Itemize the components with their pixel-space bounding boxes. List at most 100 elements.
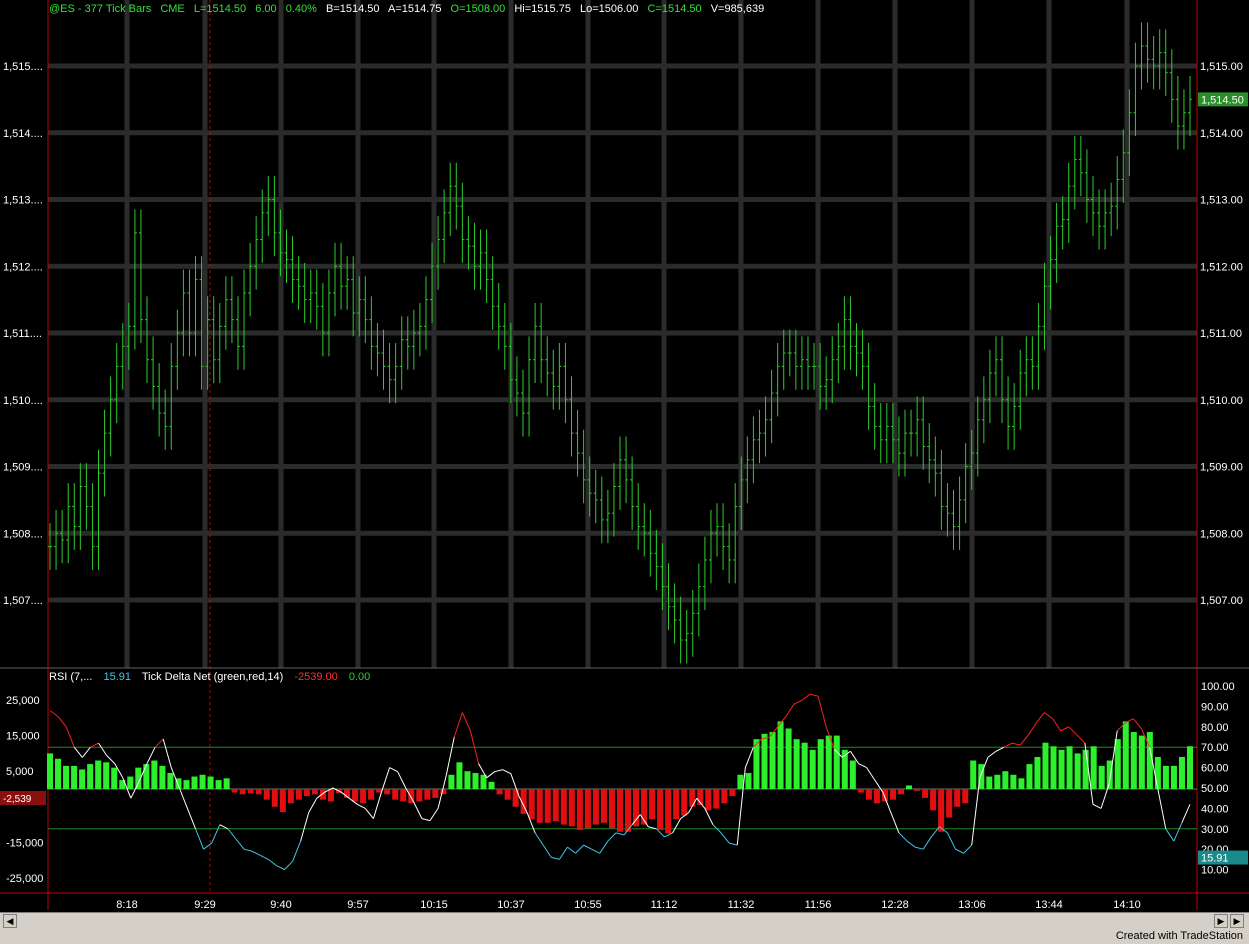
rsi-tick: 70.00 [1201, 742, 1229, 754]
delta-bar [970, 760, 977, 789]
rsi-segment [1133, 718, 1142, 730]
delta-bar [424, 789, 431, 800]
rsi-segment [785, 704, 795, 717]
scroll-left-icon[interactable]: ◀ [3, 914, 17, 928]
delta-bar [536, 789, 543, 823]
rsi-segment [1027, 722, 1037, 736]
delta-bar [1074, 753, 1081, 789]
rsi-segment [227, 828, 237, 840]
delta-tick: 15,000 [6, 731, 40, 743]
price-tick-right: 1,515.00 [1200, 61, 1243, 73]
rsi-segment [817, 696, 827, 727]
scroll-right-icon[interactable]: ▶ [1214, 914, 1228, 928]
delta-bar [552, 789, 559, 822]
rsi-tick: 80.00 [1201, 722, 1229, 734]
rsi-segment [744, 747, 754, 768]
delta-bar [897, 789, 904, 795]
delta-bar [713, 789, 720, 809]
delta-bar [600, 789, 607, 823]
rsi-segment [65, 726, 75, 748]
delta-bar [416, 789, 423, 802]
delta-bar [247, 789, 254, 794]
delta-value: -2539.00 [294, 671, 338, 683]
delta-bar [769, 732, 776, 789]
rsi-segment [906, 840, 916, 848]
time-tick: 14:10 [1113, 899, 1141, 911]
delta-bar [1138, 735, 1145, 789]
delta-tick: -15,000 [6, 837, 43, 849]
rsi-tick: 40.00 [1201, 803, 1229, 815]
delta-bar [215, 780, 222, 789]
delta-last-tag-label: -2,539 [3, 794, 32, 805]
delta-bar [528, 789, 535, 820]
price-tick-left: 1,515.... [3, 61, 43, 73]
delta-bar [368, 789, 375, 800]
rsi-segment [1003, 742, 1013, 748]
delta-bar [279, 789, 286, 813]
rsi-tick: 50.00 [1201, 783, 1229, 795]
price-tick-left: 1,513.... [3, 195, 43, 207]
delta-bar [584, 789, 591, 829]
delta-bar [111, 767, 118, 789]
rsi-segment [486, 771, 495, 779]
delta-tick: 25,000 [6, 695, 40, 707]
time-tick: 10:37 [497, 899, 525, 911]
rsi-segment [542, 844, 552, 858]
rsi-segment [461, 712, 471, 732]
delta-bar [954, 789, 961, 807]
delta-bar [657, 789, 664, 830]
rsi-segment [1068, 726, 1078, 736]
delta-bar [1002, 771, 1009, 789]
delta-bar [103, 762, 110, 789]
credit-text: Created with TradeStation [1115, 930, 1243, 942]
price-tick-right: 1,511.00 [1200, 328, 1242, 340]
delta-bar [649, 789, 656, 820]
rsi-segment [154, 738, 164, 748]
delta-bar [633, 789, 640, 827]
rsi-segment [890, 812, 900, 834]
delta-bar [777, 721, 784, 789]
price-tick-right: 1,514.00 [1200, 128, 1243, 140]
rsi-segment [90, 742, 99, 748]
price-tick-right: 1,513.00 [1200, 195, 1243, 207]
rsi-segment [729, 842, 738, 846]
rsi-segment [73, 746, 83, 758]
rsi-tick: 30.00 [1201, 824, 1229, 836]
horizontal-scrollbar[interactable]: ◀ ▶ ▶ [0, 912, 1249, 929]
rsi-tick: 100.00 [1201, 681, 1235, 693]
delta-bar [400, 789, 407, 802]
indicator-header: RSI (7,... 15.91 Tick Delta Net (green,r… [49, 671, 378, 683]
rsi-segment [558, 846, 568, 860]
rsi-value: 15.91 [103, 671, 131, 683]
rsi-segment [357, 803, 366, 809]
rsi-segment [963, 844, 973, 854]
price-tick-left: 1,509.... [3, 462, 43, 474]
delta-bar [352, 789, 359, 802]
delta-bar [1130, 732, 1137, 789]
delta-bar [327, 789, 334, 802]
rsi-segment [801, 693, 811, 701]
rsi-segment [1012, 742, 1021, 746]
delta-bar [761, 733, 768, 789]
delta-bar [504, 789, 511, 800]
rsi-segment [534, 832, 544, 846]
delta-bar [199, 774, 206, 789]
delta-bar [681, 789, 688, 816]
delta-bar [319, 789, 326, 800]
rsi-segment [809, 693, 819, 697]
rsi-segment [914, 846, 924, 850]
delta-label: Tick Delta Net (green,red,14) [141, 671, 284, 683]
delta-bar [625, 789, 632, 832]
delta-bar [191, 776, 198, 789]
footer-bar [0, 929, 1249, 944]
rsi-tick: 10.00 [1201, 865, 1229, 877]
delta-bar [95, 760, 102, 789]
delta-bar [1018, 778, 1025, 789]
rsi-segment [898, 832, 908, 842]
rsi-segment [575, 844, 584, 854]
rsi-segment [1157, 787, 1167, 829]
delta-bar [616, 789, 624, 832]
scroll-end-icon[interactable]: ▶ [1230, 914, 1244, 928]
delta-bar [809, 749, 816, 789]
delta-bar [1098, 765, 1105, 789]
